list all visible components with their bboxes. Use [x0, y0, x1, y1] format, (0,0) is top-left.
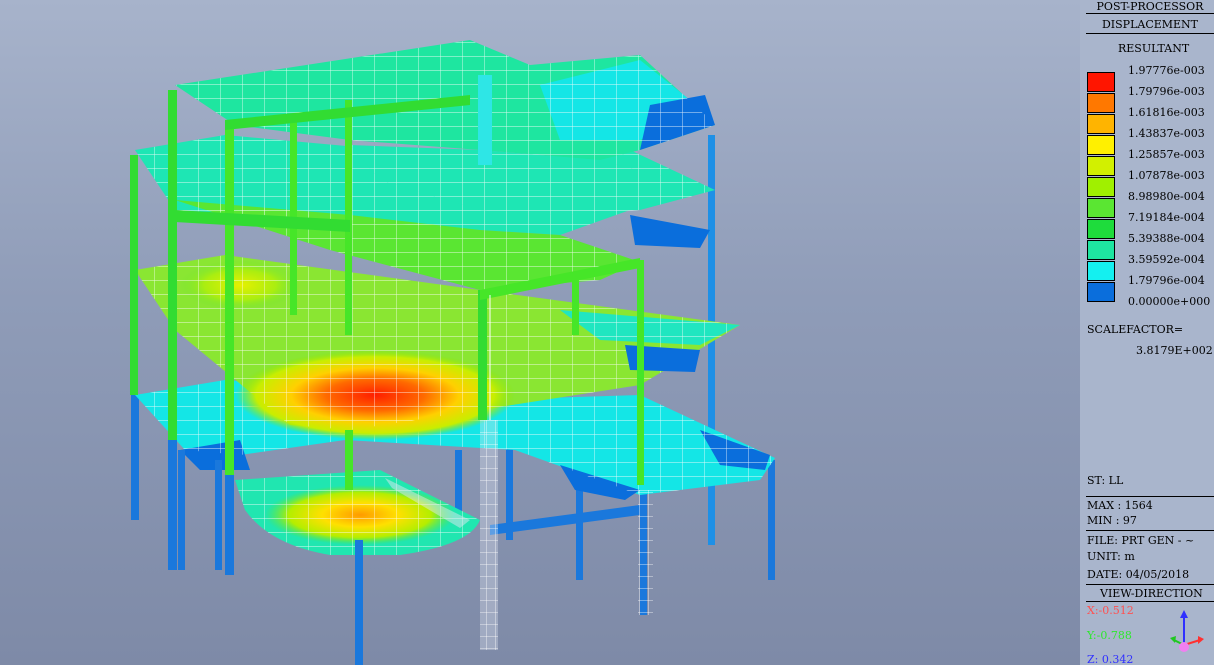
date-label: DATE: 04/05/2018 [1087, 568, 1190, 581]
legend-level-label: 7.19184e-004 [1128, 211, 1205, 224]
legend-panel: POST-PROCESSOR DISPLACEMENT RESULTANT 1.… [1080, 0, 1214, 666]
result-type-label: RESULTANT [1118, 42, 1190, 55]
load-case-label: ST: LL [1087, 474, 1124, 487]
separator [1086, 584, 1214, 585]
view-x-value: X:-0.512 [1087, 604, 1134, 617]
model-viewport[interactable] [0, 0, 1080, 665]
legend-level-label: 1.25857e-003 [1128, 148, 1205, 161]
legend-level-label: 1.43837e-003 [1128, 127, 1205, 140]
scalefactor-value: 3.8179E+002 [1136, 344, 1213, 357]
legend-level-label: 8.98980e-004 [1128, 190, 1205, 203]
post-processor-header: POST-PROCESSOR [1086, 0, 1214, 14]
legend-level-label: 1.61816e-003 [1128, 106, 1205, 119]
legend-swatch [1087, 135, 1115, 155]
legend-level-label: 0.00000e+000 [1128, 295, 1211, 308]
legend-level-label: 1.79796e-004 [1128, 274, 1205, 287]
legend-swatch [1087, 219, 1115, 239]
legend-swatch [1087, 114, 1115, 134]
legend-level-label: 1.79796e-003 [1128, 85, 1205, 98]
view-y-value: Y:-0.788 [1087, 629, 1132, 642]
separator [1086, 601, 1214, 602]
legend-swatch [1087, 240, 1115, 260]
file-label: FILE: PRT GEN - ~ [1087, 534, 1195, 547]
legend-swatch [1087, 72, 1115, 92]
min-node-label: MIN : 97 [1087, 514, 1137, 527]
legend-level-label: 5.39388e-004 [1128, 232, 1205, 245]
legend-level-label: 1.07878e-003 [1128, 169, 1205, 182]
structure-model [130, 40, 775, 665]
legend-swatch [1087, 282, 1115, 302]
legend-swatch [1087, 261, 1115, 281]
legend-swatch [1087, 177, 1115, 197]
max-node-label: MAX : 1564 [1087, 499, 1153, 512]
view-z-value: Z: 0.342 [1087, 653, 1134, 666]
legend-level-label: 1.97776e-003 [1128, 64, 1205, 77]
separator [1086, 530, 1214, 531]
displacement-header: DISPLACEMENT [1086, 17, 1214, 34]
scalefactor-label: SCALEFACTOR= [1087, 323, 1184, 336]
legend-swatch [1087, 198, 1115, 218]
unit-label: UNIT: m [1087, 550, 1135, 563]
view-direction-header: VIEW-DIRECTION [1100, 587, 1203, 600]
legend-level-label: 3.59592e-004 [1128, 253, 1205, 266]
axis-triad-icon[interactable] [1168, 610, 1208, 655]
separator [1086, 496, 1214, 497]
legend-swatch [1087, 93, 1115, 113]
legend-swatch [1087, 156, 1115, 176]
